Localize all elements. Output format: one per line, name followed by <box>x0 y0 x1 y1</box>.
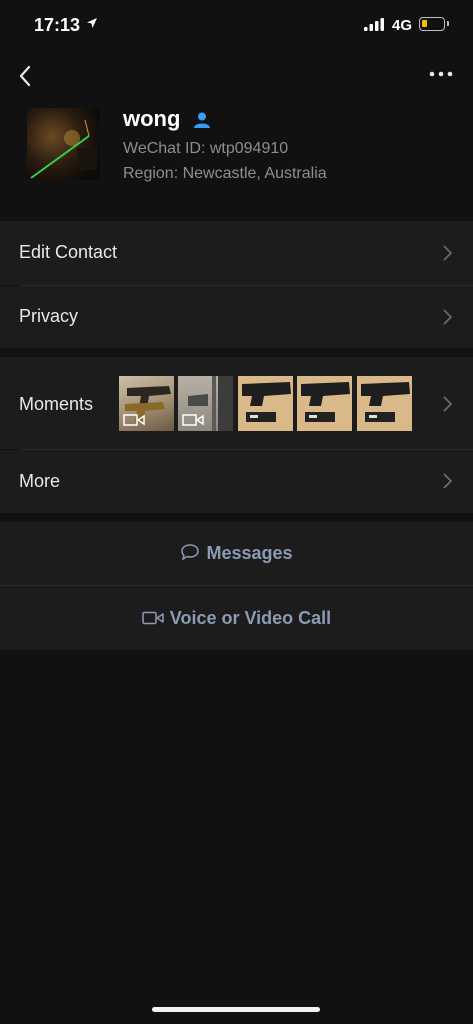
status-time: 17:13 <box>34 15 81 35</box>
moments-thumbnail[interactable] <box>119 376 174 431</box>
home-indicator[interactable] <box>152 1007 320 1012</box>
person-icon <box>194 112 210 128</box>
wechat-id: WeChat ID: wtp094910 <box>123 140 289 157</box>
moments-thumbnail[interactable] <box>357 376 412 431</box>
voice-video-call-button[interactable]: Voice or Video Call <box>0 586 473 650</box>
battery-level <box>422 20 427 27</box>
privacy-row[interactable]: Privacy <box>0 286 473 348</box>
contact-name: wong <box>123 106 181 131</box>
messages-label: Messages <box>206 543 293 563</box>
signal-icon <box>364 18 384 31</box>
chevron-right-icon <box>443 396 453 412</box>
video-icon <box>123 414 145 426</box>
more-row[interactable]: More <box>0 450 473 513</box>
privacy-label: Privacy <box>19 306 79 326</box>
more-label: More <box>19 471 61 491</box>
video-camera-icon <box>142 611 164 625</box>
chat-bubble-icon <box>181 544 200 561</box>
chevron-right-icon <box>443 245 453 261</box>
battery-icon <box>419 17 449 31</box>
chevron-right-icon <box>443 473 453 489</box>
moments-thumbnail[interactable] <box>297 376 352 431</box>
moments-thumbnail[interactable] <box>238 376 293 431</box>
messages-button[interactable]: Messages <box>0 522 473 585</box>
edit-contact-row[interactable]: Edit Contact <box>0 221 473 285</box>
network-type: 4G <box>392 17 413 34</box>
location-arrow-icon <box>87 18 97 28</box>
chevron-left-icon[interactable] <box>14 62 38 90</box>
avatar[interactable] <box>27 108 100 180</box>
ellipsis-icon[interactable] <box>428 66 454 82</box>
voice-video-call-label: Voice or Video Call <box>169 608 332 628</box>
moments-thumbnail[interactable] <box>178 376 233 431</box>
status-bar: 17:13 4G <box>0 0 473 50</box>
moments-label: Moments <box>19 394 94 414</box>
video-icon <box>182 414 204 426</box>
profile-header: wong WeChat ID: wtp094910 Region: Newcas… <box>0 96 473 220</box>
edit-contact-label: Edit Contact <box>19 242 118 262</box>
region: Region: Newcastle, Australia <box>123 165 327 182</box>
chevron-right-icon <box>443 309 453 325</box>
